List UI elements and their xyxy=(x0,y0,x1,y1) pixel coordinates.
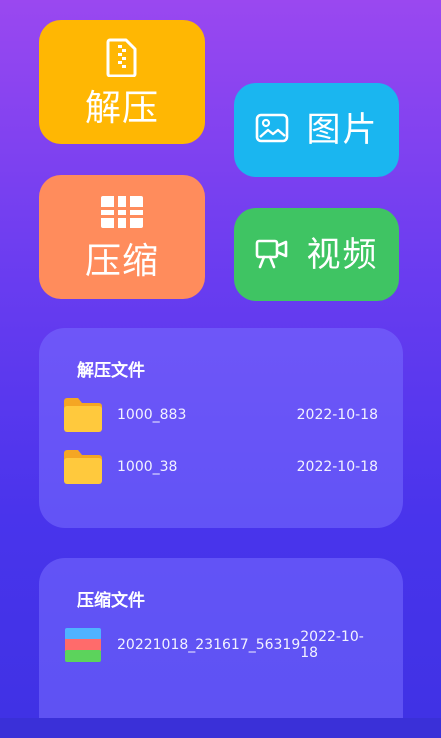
images-tile-label: 图片 xyxy=(306,110,379,150)
folder-icon xyxy=(63,449,103,485)
images-tile-button[interactable]: 图片 xyxy=(234,83,399,177)
image-icon xyxy=(255,113,289,147)
video-camera-icon xyxy=(255,236,289,274)
file-name: 20221018_231617_56319 xyxy=(117,637,301,653)
list-item[interactable]: 1000_38 2022-10-18 xyxy=(63,447,383,487)
compress-tile-label: 压缩 xyxy=(84,241,159,282)
compress-icon xyxy=(99,194,145,234)
folder-icon xyxy=(63,397,103,433)
extract-tile-button[interactable]: 解压 xyxy=(39,20,205,144)
list-item[interactable]: 20221018_231617_56319 2022-10-18 xyxy=(63,625,383,665)
video-tile-button[interactable]: 视频 xyxy=(234,208,399,301)
file-date: 2022-10-18 xyxy=(300,629,364,661)
compress-tile-button[interactable]: 压缩 xyxy=(39,175,205,299)
extracted-files-title: 解压文件 xyxy=(77,361,145,381)
list-item[interactable]: 1000_883 2022-10-18 xyxy=(63,395,383,435)
archive-icon xyxy=(63,627,103,663)
extracted-files-panel: 解压文件 1000_883 2022-10-18 1000_38 2022-10… xyxy=(39,328,403,528)
bottom-bar xyxy=(0,718,441,738)
file-date: 2022-10-18 xyxy=(296,459,378,475)
video-tile-label: 视频 xyxy=(306,234,379,275)
compressed-files-panel: 压缩文件 20221018_231617_56319 2022-10-18 xyxy=(39,558,403,738)
extract-tile-label: 解压 xyxy=(84,88,159,129)
file-name: 1000_883 xyxy=(117,407,187,423)
zip-file-icon xyxy=(106,37,138,81)
file-name: 1000_38 xyxy=(117,459,178,475)
file-date: 2022-10-18 xyxy=(296,407,378,423)
compressed-files-title: 压缩文件 xyxy=(77,591,145,611)
